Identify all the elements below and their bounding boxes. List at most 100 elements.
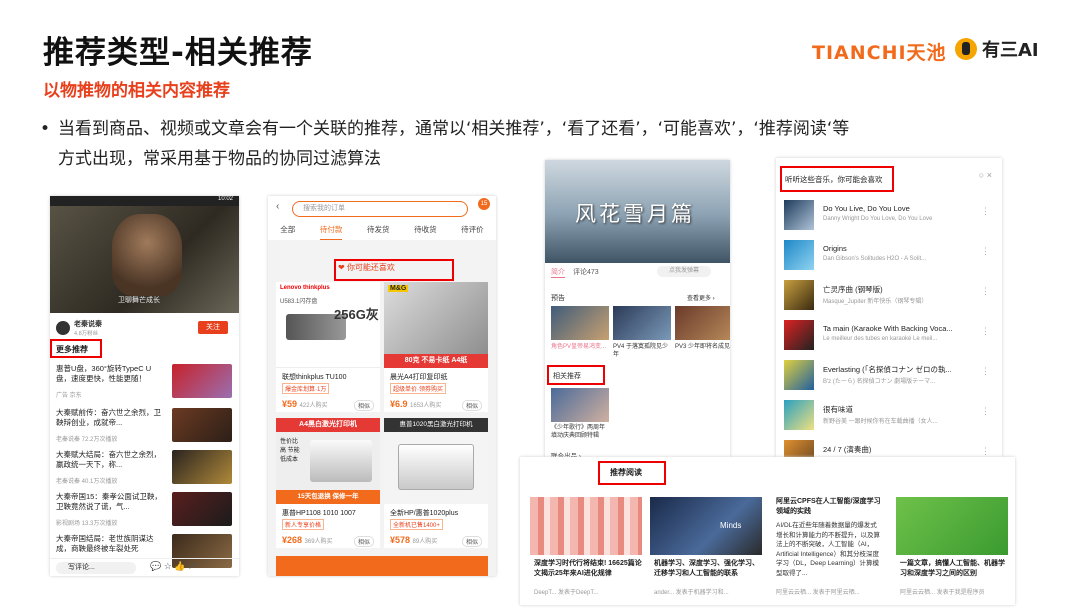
preview-thumb[interactable] bbox=[675, 306, 730, 340]
article-card[interactable]: Minds 机器学习、深度学习、强化学习、迁移学习和人工智能的联系 ander.… bbox=[650, 497, 762, 603]
item-title: 惠普U盘，360°旋转TypeC U盘，速度更快，性能更随！ bbox=[56, 364, 152, 383]
article-card[interactable]: 一篇文章，搞懂人工智能、机器学习和深度学习之间的区别 阿里云云栖... 发表于我… bbox=[896, 497, 1008, 603]
close-icon[interactable]: ○ × bbox=[979, 170, 992, 180]
more-icon[interactable]: ⋮ bbox=[981, 206, 990, 217]
article-card[interactable]: 阿里云CPFS在人工智能/深度学习领域的实践 AI/DL在近些年随着数据量的爆发… bbox=[772, 497, 892, 603]
list-item[interactable]: 大秦赋大结局：奋六世之余烈，嬴政统一天下，称... 老秦说秦 40.1万次播放 bbox=[56, 450, 232, 486]
action-icons[interactable]: 💬 ☆ 👍 ↗ bbox=[150, 561, 196, 572]
tab-pending-payment[interactable]: 待付款 bbox=[319, 222, 343, 240]
more-icon[interactable]: ⋮ bbox=[981, 446, 990, 457]
list-item[interactable]: 惠普U盘，360°旋转TypeC U盘，速度更快，性能更随！ 广告 京东 bbox=[56, 364, 232, 400]
product-brand: Lenovo thinkplus bbox=[280, 285, 330, 291]
similar-button[interactable]: 相似 bbox=[461, 400, 482, 411]
slide-subtitle: 以物推物的相关内容推荐 bbox=[43, 81, 230, 101]
song-item[interactable]: Origins Dan Gibson's Solitudes H2O - A S… bbox=[784, 238, 996, 272]
product-image: A4黑白激光打印机 性价比高 节能 低成本 15天包退换 保修一年 bbox=[276, 418, 380, 504]
item-thumbnail bbox=[172, 364, 232, 398]
avatar[interactable] bbox=[56, 321, 70, 335]
back-icon[interactable]: ‹ bbox=[276, 201, 279, 212]
highlight-box bbox=[334, 259, 454, 281]
more-icon[interactable]: ⋮ bbox=[981, 366, 990, 377]
product-tag: 爆金库划算·1万 bbox=[282, 383, 330, 394]
item-meta: 影视剧场 13.3万次播放 bbox=[56, 521, 118, 527]
song-name: Do You Live, Do You Love bbox=[823, 204, 910, 213]
video-player[interactable]: 风花雪月篇 bbox=[545, 160, 730, 263]
highlight-box bbox=[50, 339, 102, 358]
video-player[interactable]: 卫聊舞芒成长 bbox=[50, 196, 239, 313]
bottom-banner bbox=[276, 556, 488, 576]
printer-shape bbox=[310, 440, 372, 482]
tab-comments[interactable]: 评论473 bbox=[573, 267, 599, 278]
related-thumb[interactable] bbox=[551, 388, 609, 422]
song-name: Everlasting (「名探偵コナン ゼロの執... bbox=[823, 365, 952, 374]
article-card[interactable]: 深度学习时代行将结束! 16625篇论文揭示25年来AI进化规律 DeepT..… bbox=[530, 497, 642, 603]
tab-pending-ship[interactable]: 待发货 bbox=[367, 222, 390, 240]
channel-followers: 4.8万粉丝 bbox=[74, 331, 99, 337]
more-icon[interactable]: ⋮ bbox=[981, 286, 990, 297]
song-item[interactable]: Do You Live, Do You Love Danny Wright Do… bbox=[784, 198, 996, 232]
preview-caption: PV3 少年即将名成见 bbox=[675, 344, 730, 350]
product-feature: 性价比高 节能 低成本 bbox=[280, 439, 300, 463]
highlight-box bbox=[547, 365, 605, 385]
song-item[interactable]: Ta main (Karaoke With Backing Voca... Le… bbox=[784, 318, 996, 352]
list-item[interactable]: 大秦赋前传：奋六世之余烈，卫鞅辩创业，成就帝... 老秦说秦 72.2万次播放 bbox=[56, 408, 232, 444]
product-banner: 80克 不易卡纸 A4纸 bbox=[384, 354, 488, 368]
article-footer: 阿里云云栖... 发表于我是程序员 bbox=[900, 590, 985, 596]
song-item[interactable]: 亡灵序曲 (钢琴版) Masque_Jupiter 新年快乐（钢琴专辑） ⋮ bbox=[784, 278, 996, 312]
more-icon[interactable]: ⋮ bbox=[981, 246, 990, 257]
product-brand: M&G bbox=[388, 285, 409, 292]
similar-button[interactable]: 相似 bbox=[353, 536, 374, 547]
preview-thumb[interactable] bbox=[613, 306, 671, 340]
song-item[interactable]: 很有味道 新野谷美 一跟时候你有在车载曲播（女人... ⋮ bbox=[784, 398, 996, 432]
search-input[interactable]: 搜索我的订单 bbox=[292, 201, 468, 217]
song-name: 24 / 7 (演奏曲) bbox=[823, 445, 872, 454]
more-icon[interactable]: ⋮ bbox=[981, 326, 990, 337]
item-meta: 老秦说秦 40.1万次播放 bbox=[56, 479, 118, 485]
comment-input[interactable]: 写评论... bbox=[56, 562, 136, 574]
product-card[interactable]: 惠普1020黑白激光打印机 全新HP/惠普1020plus 全新机已售1400+… bbox=[384, 418, 488, 548]
video-title-art: 风花雪月篇 bbox=[575, 202, 695, 226]
product-card[interactable]: M&G 80克 不易卡纸 A4纸 晨光A4打印复印纸 超级单价·领券购买 ¥6.… bbox=[384, 282, 488, 412]
product-price: ¥59 422人购买 bbox=[282, 399, 328, 409]
product-card[interactable]: Lenovo thinkplus U583.1闪存盘 256G灰 联想think… bbox=[276, 282, 380, 412]
video-caption: 卫聊舞芒成长 bbox=[118, 297, 160, 304]
product-tag: 超级单价·领券购买 bbox=[390, 383, 446, 394]
song-item[interactable]: 24 / 7 (演奏曲) ⋮ bbox=[784, 438, 996, 458]
album-cover bbox=[784, 320, 814, 350]
article-title: 深度学习时代行将结束! 16625篇论文揭示25年来AI进化规律 bbox=[534, 560, 642, 577]
list-item[interactable]: 大秦帝国15：秦孝公面试卫鞅，卫鞅竟然说了谎，气... 影视剧场 13.3万次播… bbox=[56, 492, 232, 528]
detail-tabs: 简介 评论473 bbox=[551, 267, 599, 278]
item-meta: 老秦说秦 72.2万次播放 bbox=[56, 437, 118, 443]
follow-button[interactable]: 关注 bbox=[198, 321, 228, 334]
item-title: 大秦帝国15：秦孝公面试卫鞅，卫鞅竟然说了谎，气... bbox=[56, 492, 162, 511]
song-name: 很有味道 bbox=[823, 405, 853, 414]
video-app-screenshot: 卫聊舞芒成长 10:02 老秦说秦 4.8万粉丝 关注 更多推荐 惠普U盘，36… bbox=[50, 196, 239, 576]
reading-screenshot: 推荐阅读 深度学习时代行将结束! 16625篇论文揭示25年来AI进化规律 De… bbox=[520, 457, 1015, 605]
highlight-box bbox=[780, 166, 894, 192]
notification-badge[interactable]: 15 bbox=[478, 198, 490, 210]
more-icon[interactable]: ⋮ bbox=[981, 406, 990, 417]
anime-video-screenshot: 风花雪月篇 简介 评论473 点我发弹幕 预告 查看更多 › 角色PV皇帝易鸿变… bbox=[545, 160, 730, 460]
article-footer: 阿里云云栖... 发表于阿里云栖... bbox=[776, 590, 860, 596]
tab-pending-review[interactable]: 待评价 bbox=[461, 222, 484, 240]
song-artist: Dan Gibson's Solitudes H2O - A Solit... bbox=[823, 256, 927, 262]
product-capacity: 256G灰 bbox=[334, 307, 379, 322]
bullet-dot-icon: • bbox=[40, 119, 51, 139]
tab-intro[interactable]: 简介 bbox=[551, 267, 565, 278]
danmaku-input[interactable]: 点我发弹幕 bbox=[657, 266, 711, 277]
product-name: 惠普HP1108 1010 1007 bbox=[282, 510, 356, 517]
song-item[interactable]: Everlasting (「名探偵コナン ゼロの執... B'z (たーら) 名… bbox=[784, 358, 996, 392]
more-link[interactable]: 查看更多 › bbox=[687, 293, 715, 302]
item-thumbnail bbox=[172, 450, 232, 484]
similar-button[interactable]: 相似 bbox=[461, 536, 482, 547]
channel-info[interactable]: 老秦说秦 4.8万粉丝 bbox=[56, 319, 102, 337]
similar-button[interactable]: 相似 bbox=[353, 400, 374, 411]
item-meta: 广告 京东 bbox=[56, 393, 82, 399]
product-deal: 15天包退换 保修一年 bbox=[276, 490, 380, 504]
product-card[interactable]: A4黑白激光打印机 性价比高 节能 低成本 15天包退换 保修一年 惠普HP11… bbox=[276, 418, 380, 548]
channel-name: 老秦说秦 bbox=[74, 321, 102, 328]
preview-thumb[interactable] bbox=[551, 306, 609, 340]
tab-pending-receive[interactable]: 待收货 bbox=[414, 222, 437, 240]
status-bar: 10:02 bbox=[50, 196, 239, 206]
tab-all[interactable]: 全部 bbox=[280, 222, 295, 240]
